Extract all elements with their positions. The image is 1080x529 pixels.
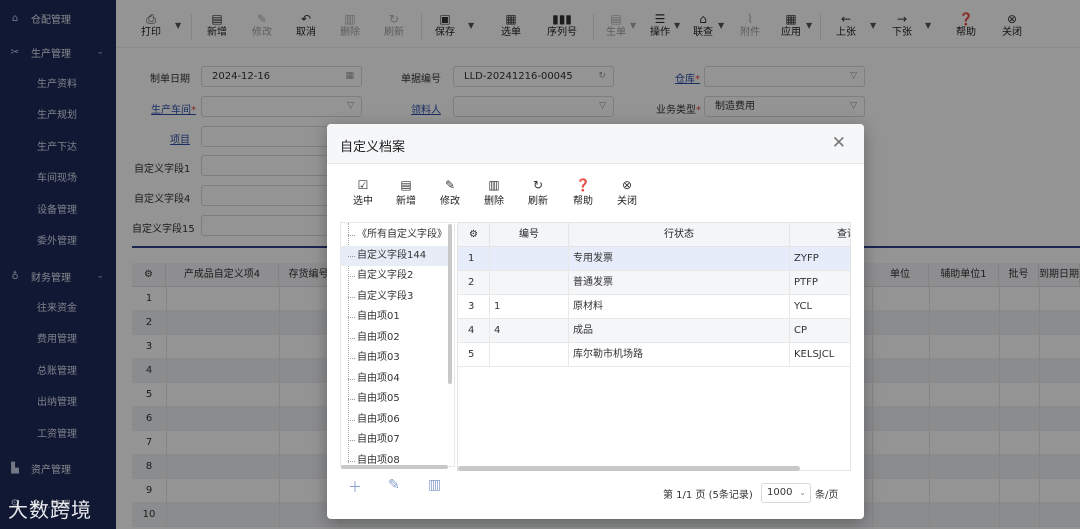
help-button[interactable]: ❓ 帮助 bbox=[568, 178, 598, 207]
table-hscrollbar[interactable] bbox=[458, 466, 800, 471]
table-cell-name: 库尔勒市机场路 bbox=[569, 343, 790, 367]
close-icon: ⊗ bbox=[621, 178, 633, 192]
tree-node[interactable]: 自由项01 bbox=[341, 307, 451, 327]
tree-node[interactable]: 自由项07 bbox=[341, 430, 451, 450]
tree-branch-line bbox=[348, 337, 355, 339]
tree-node[interactable]: 自由项06 bbox=[341, 410, 451, 430]
tree-hscrollbar[interactable] bbox=[341, 465, 448, 469]
refresh-icon: ↻ bbox=[532, 178, 544, 192]
edit-button[interactable]: ✎ 修改 bbox=[435, 178, 465, 207]
tree-node-label: 自定义字段144 bbox=[357, 249, 427, 261]
table-cell-name: 普通发票 bbox=[569, 271, 790, 295]
help-icon: ❓ bbox=[575, 178, 591, 192]
table-cell-code bbox=[490, 271, 569, 295]
tree-branch-line bbox=[348, 235, 355, 236]
chevron-down-icon: ⌄ bbox=[799, 488, 806, 497]
tree-node-label: 自由项02 bbox=[357, 331, 400, 343]
tree-node[interactable]: 自由项03 bbox=[341, 348, 451, 368]
table-cell-code: 4 bbox=[490, 319, 569, 343]
delete-button[interactable]: ▥ 删除 bbox=[479, 178, 509, 207]
page-size-unit: 条/页 bbox=[815, 490, 839, 501]
table-row[interactable]: 3 1 原材料 YCL bbox=[458, 295, 850, 319]
table-row[interactable]: 1 专用发票 ZYFP bbox=[458, 247, 850, 271]
tree-node-label: 自由项04 bbox=[357, 372, 400, 384]
table-cell-code: 1 bbox=[490, 295, 569, 319]
tree-node-label: 自定义字段2 bbox=[357, 270, 414, 281]
app-window: ⌂ 仓配管理 ✂ 生产管理 ⌄ 生产资料 生产规划 生产下达 车间现场 设备管理 委外… bbox=[0, 0, 1080, 529]
watermark: 大数跨境 bbox=[8, 498, 92, 522]
tree-branch-line bbox=[348, 358, 355, 359]
pencil-icon: ✎ bbox=[444, 178, 456, 192]
tree-branch-line bbox=[348, 255, 355, 257]
table-settings-icon[interactable]: ⚙ bbox=[458, 223, 490, 247]
tree-node-label: 自由项03 bbox=[357, 352, 400, 363]
tree-branch-line bbox=[348, 460, 355, 462]
select-button[interactable]: ☑ 选中 bbox=[348, 178, 378, 207]
custom-archive-dialog: 自定义档案 ✕ ☑ 选中 ▤ 新增 ✎ 修改 ▥ 删除 ↻ 刷新 ❓ 帮助 ⊗ 关闭 《所有自… bbox=[327, 124, 864, 519]
table-cell-q: ZYFP bbox=[790, 247, 850, 271]
table-cell-name: 成品 bbox=[569, 319, 790, 343]
page-size-select[interactable]: 1000 ⌄ bbox=[761, 483, 811, 503]
checkbox-icon: ☑ bbox=[357, 178, 369, 192]
table-row[interactable]: 2 普通发票 PTFP bbox=[458, 271, 850, 295]
table-cell-q: KELSJCL bbox=[790, 343, 850, 367]
tree-node[interactable]: 自由项04 bbox=[341, 369, 451, 389]
refresh-button[interactable]: ↻ 刷新 bbox=[523, 178, 553, 207]
dialog-header: 自定义档案 ✕ bbox=[327, 124, 864, 164]
pager-info: 第 1/1 页 (5条记录) bbox=[663, 490, 753, 501]
table-cell-code bbox=[490, 343, 569, 367]
table-cell-q: YCL bbox=[790, 295, 850, 319]
table-cell-q: CP bbox=[790, 319, 850, 343]
tree-node-label: 自由项06 bbox=[357, 413, 400, 425]
tree-node-label: 自定义字段3 bbox=[357, 290, 414, 302]
table-cell-code bbox=[490, 247, 569, 271]
archive-table: ⚙ 编号 行状态 查询 1专用发票ZYFP2普通发票PTFP31原材料YCL44… bbox=[457, 222, 851, 471]
tree-node[interactable]: 自定义字段2 bbox=[341, 266, 451, 286]
table-row[interactable]: 5 库尔勒市机场路 KELSJCL bbox=[458, 343, 850, 367]
table-cell-n: 1 bbox=[458, 247, 490, 271]
tree-branch-line bbox=[348, 296, 355, 298]
tree-branch-line bbox=[348, 276, 355, 277]
tree-node[interactable]: 自定义字段144 bbox=[341, 245, 451, 266]
field-tree: 《所有自定义字段》 自定义字段144 自定义字段2 自定义字段3 自由项01 自由项02 自… bbox=[340, 222, 455, 467]
tree-node[interactable]: 自定义字段3 bbox=[341, 287, 451, 307]
table-col-header[interactable]: 行状态 bbox=[569, 223, 790, 247]
tree-branch-line bbox=[348, 440, 355, 441]
tree-node[interactable]: 自由项02 bbox=[341, 328, 451, 348]
table-cell-n: 2 bbox=[458, 271, 490, 295]
tree-branch-line bbox=[348, 378, 355, 380]
tree-node-label: 自由项08 bbox=[357, 454, 400, 466]
table-row[interactable]: 4 4 成品 CP bbox=[458, 319, 850, 343]
table-cell-name: 专用发票 bbox=[569, 247, 790, 271]
table-cell-n: 5 bbox=[458, 343, 490, 367]
close-button[interactable]: ⊗ 关闭 bbox=[612, 178, 642, 207]
edit-icon[interactable]: ✎ bbox=[388, 477, 400, 493]
close-icon[interactable]: ✕ bbox=[832, 133, 846, 153]
table-col-header[interactable]: 查询 bbox=[790, 223, 850, 247]
add-icon[interactable]: ＋ bbox=[348, 477, 362, 497]
tree-branch-line bbox=[348, 317, 355, 318]
trash-icon[interactable]: ▥ bbox=[428, 477, 441, 493]
tree-node-label: 自由项01 bbox=[357, 311, 400, 322]
table-cell-n: 4 bbox=[458, 319, 490, 343]
table-cell-q: PTFP bbox=[790, 271, 850, 295]
table-cell-name: 原材料 bbox=[569, 295, 790, 319]
tree-node-label: 自由项05 bbox=[357, 393, 400, 404]
tree-scrollbar[interactable] bbox=[448, 224, 452, 384]
tree-branch-line bbox=[348, 399, 355, 400]
tree-node[interactable]: 自由项05 bbox=[341, 389, 451, 409]
new-doc-icon: ▤ bbox=[400, 178, 412, 192]
table-col-header[interactable]: 编号 bbox=[490, 223, 569, 247]
table-cell-n: 3 bbox=[458, 295, 490, 319]
tree-node-label: 《所有自定义字段》 bbox=[357, 229, 447, 240]
tree-node-label: 自由项07 bbox=[357, 434, 400, 445]
tree-branch-line bbox=[348, 419, 355, 421]
dialog-title: 自定义档案 bbox=[340, 140, 406, 155]
trash-icon: ▥ bbox=[488, 178, 500, 192]
tree-node[interactable]: 《所有自定义字段》 bbox=[341, 225, 451, 245]
new-button[interactable]: ▤ 新增 bbox=[391, 178, 421, 207]
